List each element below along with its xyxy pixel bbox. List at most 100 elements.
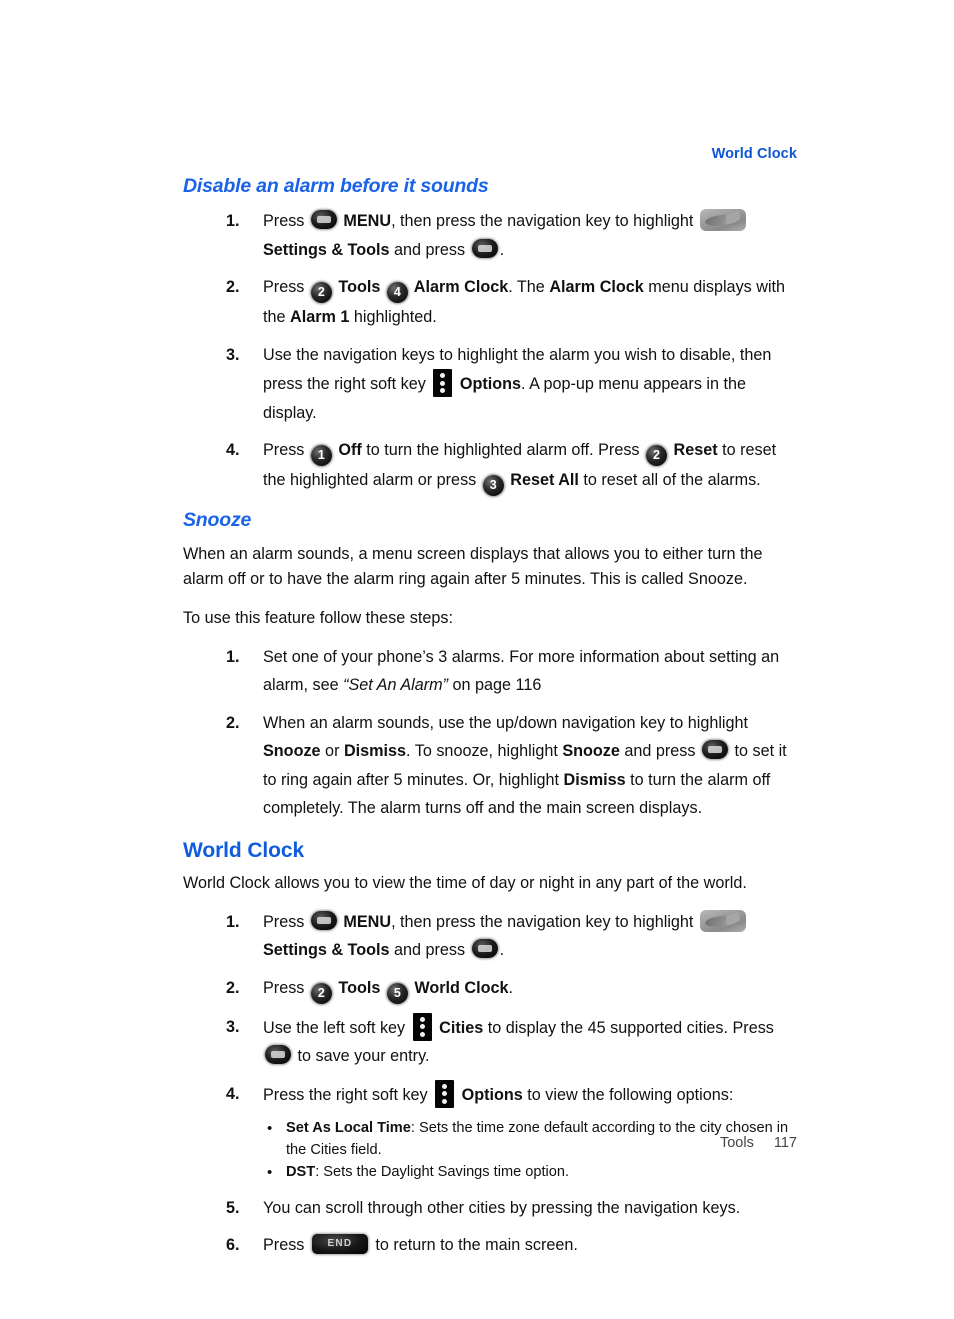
step-number: 2. bbox=[226, 713, 240, 732]
number-key-2-icon: 2 bbox=[310, 982, 332, 1004]
soft-key-dot bbox=[419, 1031, 425, 1037]
step-number: 6. bbox=[226, 1236, 240, 1255]
heading-disable-alarm: Disable an alarm before it sounds bbox=[183, 175, 489, 197]
emphasis-bold: Alarm Clock bbox=[549, 278, 644, 297]
bullet-item: • DST: Sets the Daylight Savings time opt… bbox=[183, 1162, 803, 1184]
ok-key-icon bbox=[310, 210, 337, 230]
emphasis-bold: Dismiss bbox=[563, 770, 626, 789]
step-number: 4. bbox=[226, 1084, 240, 1103]
step-item: 1. Press MENU, then press the navigation … bbox=[183, 908, 803, 965]
emphasis-bold: Alarm Clock bbox=[409, 278, 509, 297]
soft-key-dot bbox=[442, 1098, 448, 1104]
steps-world-clock-tail: 5. You can scroll through other cities by… bbox=[183, 1194, 803, 1260]
emphasis-bold: Options bbox=[457, 1085, 523, 1104]
step-number: 4. bbox=[226, 441, 240, 460]
footer-section-label: Tools bbox=[719, 1135, 754, 1151]
number-key-2-icon: 2 bbox=[646, 445, 668, 467]
step-number: 1. bbox=[226, 647, 240, 666]
ok-key-icon bbox=[702, 740, 728, 760]
soft-key-icon bbox=[435, 1079, 455, 1108]
step-item: 4. Press the right soft key Options to vi… bbox=[183, 1079, 803, 1110]
soft-key-dot bbox=[440, 373, 446, 379]
heading-snooze: Snooze bbox=[183, 509, 252, 532]
snooze-paragraph-2: To use this feature follow these steps: bbox=[183, 608, 453, 627]
steps-disable-alarm: 1. Press MENU, then press the navigation … bbox=[183, 207, 803, 497]
step-text: You can scroll through other cities by p… bbox=[263, 1198, 741, 1217]
step-text: Press END to return to the main screen. bbox=[263, 1234, 578, 1255]
heading-world-clock: World Clock bbox=[183, 838, 305, 862]
step-item: 3. Use the navigation keys to highlight t… bbox=[183, 341, 803, 428]
step-text: Press 2 Tools 4 Alarm Clock. The Alarm C… bbox=[263, 278, 786, 327]
emphasis-bold: Dismiss bbox=[343, 742, 407, 761]
settings-and-tools-menu-icon bbox=[699, 909, 746, 932]
cross-reference: “Set An Alarm” bbox=[343, 676, 449, 695]
options-bullet-list: • Set As Local Time: Sets the time zone d… bbox=[183, 1118, 803, 1184]
step-item: 3. Use the left soft key Cities to displa… bbox=[183, 1012, 803, 1071]
step-text: Use the navigation keys to highlight the… bbox=[263, 345, 772, 422]
step-item: 1. Set one of your phone’s 3 alarms. For … bbox=[183, 643, 803, 700]
emphasis-bold: DST bbox=[286, 1164, 316, 1181]
step-item: 1. Press MENU, then press the navigation … bbox=[183, 207, 803, 264]
step-item: 2. Press 2 Tools 4 Alarm Clock. The Alarm… bbox=[183, 273, 803, 332]
soft-key-icon bbox=[412, 1012, 432, 1041]
step-text: Use the left soft key Cities to display … bbox=[263, 1012, 803, 1071]
number-key-5-icon: 5 bbox=[386, 982, 408, 1004]
emphasis-bold: Cities bbox=[434, 1018, 484, 1037]
number-key-1-icon: 1 bbox=[310, 445, 332, 467]
step-text: Press 2 Tools 5 World Clock. bbox=[263, 974, 803, 1004]
manual-page: World Clock Disable an alarm before it s… bbox=[0, 0, 954, 1319]
step-number: 2. bbox=[226, 278, 240, 297]
emphasis-bold: Alarm 1 bbox=[290, 308, 350, 327]
step-number: 1. bbox=[226, 212, 240, 231]
emphasis-bold: Settings & Tools bbox=[263, 240, 390, 259]
step-text: Set one of your phone’s 3 alarms. For mo… bbox=[263, 647, 780, 695]
emphasis-bold: MENU bbox=[338, 212, 392, 231]
emphasis-bold: Tools bbox=[333, 978, 385, 997]
number-key-2-icon: 2 bbox=[310, 282, 332, 304]
step-text: Press 1 Off to turn the highlighted alar… bbox=[263, 436, 803, 497]
step-item: 6. Press END to return to the main screen… bbox=[183, 1231, 803, 1260]
step-item: 2. Press 2 Tools 5 World Clock. bbox=[183, 974, 803, 1004]
bullet-marker-icon: • bbox=[267, 1164, 273, 1182]
step-text: Press MENU, then press the navigation ke… bbox=[263, 908, 803, 965]
snooze-paragraph-1: When an alarm sounds, a menu screen disp… bbox=[183, 544, 763, 588]
step-item: 2. When an alarm sounds, use the up/down … bbox=[183, 709, 803, 823]
emphasis-bold: Off bbox=[333, 441, 362, 460]
step-number: 3. bbox=[226, 345, 240, 364]
emphasis-bold: Reset bbox=[669, 441, 718, 460]
step-text: Press the right soft key Options to view… bbox=[263, 1079, 803, 1110]
step-number: 1. bbox=[226, 912, 240, 931]
ok-key-icon bbox=[471, 238, 498, 258]
step-text: Press MENU, then press the navigation ke… bbox=[263, 207, 803, 264]
soft-key-dot bbox=[442, 1091, 448, 1097]
emphasis-bold: Snooze bbox=[562, 742, 620, 761]
ok-key-icon bbox=[265, 1045, 291, 1065]
number-key-4-icon: 4 bbox=[386, 282, 408, 304]
world-clock-paragraph-1: World Clock allows you to view the time … bbox=[183, 873, 747, 892]
emphasis-bold: Tools bbox=[333, 278, 385, 297]
soft-key-dot bbox=[440, 380, 446, 386]
end-key-icon: END bbox=[311, 1234, 368, 1255]
step-item: 5. You can scroll through other cities by… bbox=[183, 1194, 803, 1223]
steps-world-clock: 1. Press MENU, then press the navigation … bbox=[183, 908, 803, 1110]
soft-key-dot bbox=[419, 1016, 425, 1022]
settings-and-tools-menu-icon bbox=[699, 209, 746, 232]
number-key-3-icon: 3 bbox=[482, 475, 504, 497]
step-number: 2. bbox=[226, 978, 240, 997]
running-header: World Clock bbox=[711, 146, 797, 162]
step-number: 3. bbox=[226, 1017, 240, 1036]
step-text: When an alarm sounds, use the up/down na… bbox=[263, 713, 787, 818]
steps-snooze: 1. Set one of your phone’s 3 alarms. For … bbox=[183, 643, 803, 823]
emphasis-bold: Options bbox=[455, 375, 522, 394]
step-item: 4. Press 1 Off to turn the highlighted al… bbox=[183, 436, 803, 497]
emphasis-bold: Reset All bbox=[505, 471, 579, 490]
end-key-label: END bbox=[327, 1238, 353, 1250]
page-footer: Tools 117 bbox=[183, 1135, 797, 1151]
bullet-text: DST: Sets the Daylight Savings time opti… bbox=[286, 1164, 570, 1181]
ok-key-icon bbox=[471, 939, 498, 959]
emphasis-bold: Settings & Tools bbox=[263, 941, 390, 960]
emphasis-bold: Snooze bbox=[263, 742, 321, 761]
soft-key-dot bbox=[419, 1024, 425, 1030]
page-content: Disable an alarm before it sounds 1. Pres… bbox=[183, 175, 803, 1269]
footer-page-number: 117 bbox=[773, 1135, 797, 1151]
